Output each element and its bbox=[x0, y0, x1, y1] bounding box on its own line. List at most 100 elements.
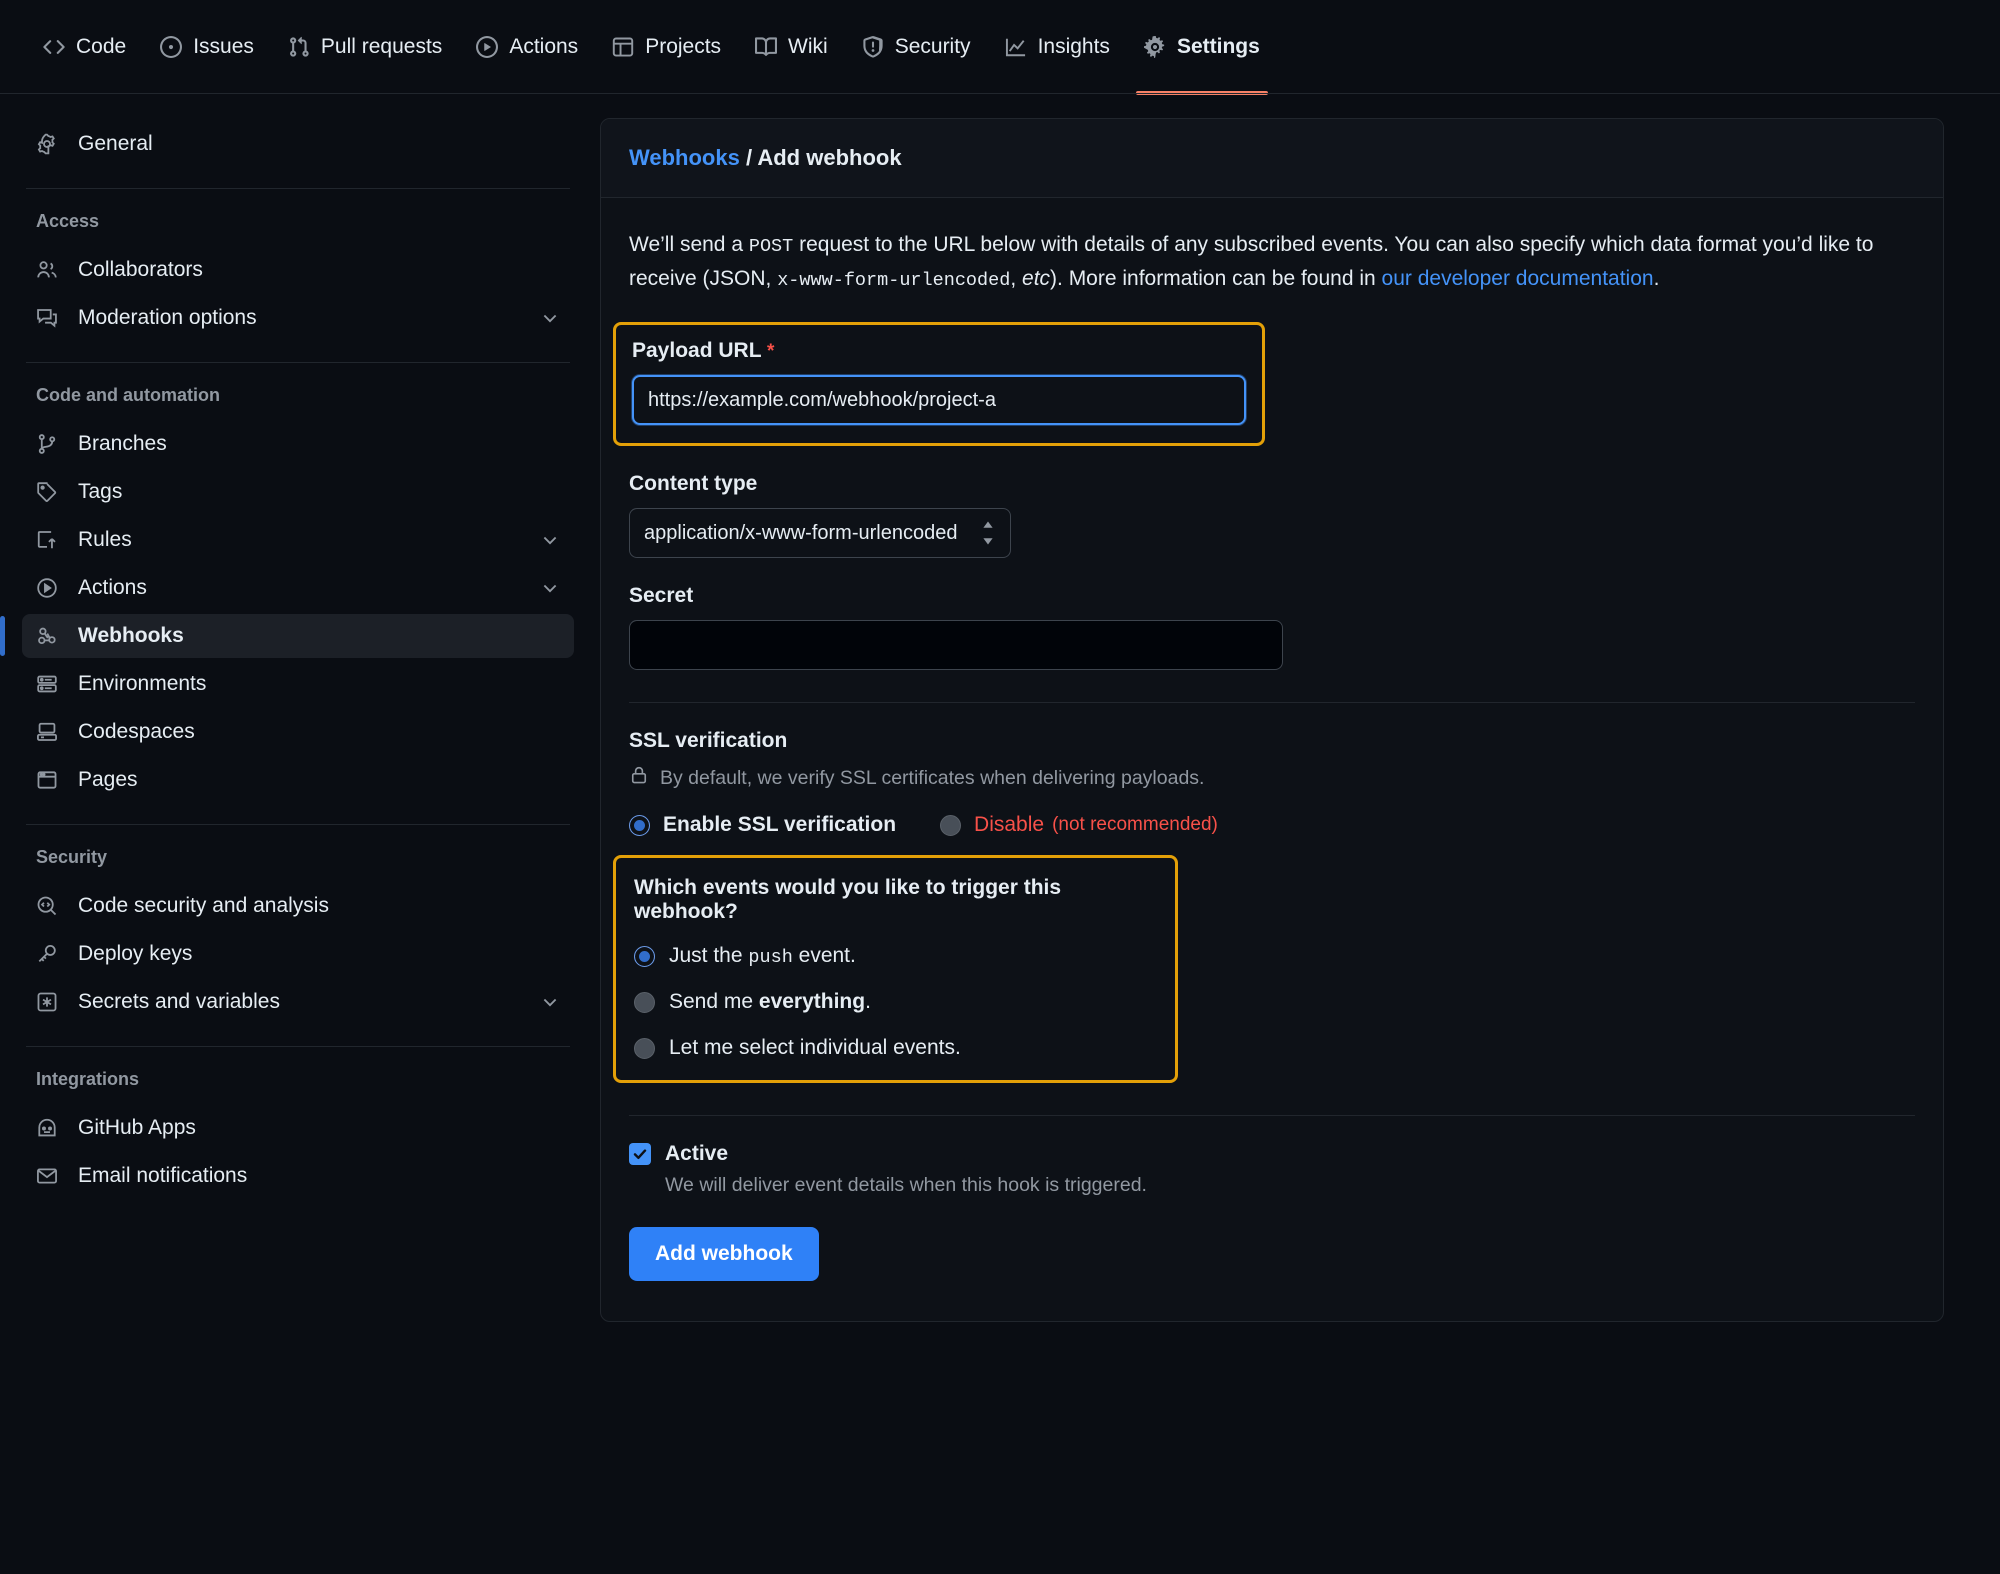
sidebar-item-rules[interactable]: Rules bbox=[22, 518, 574, 562]
play-icon bbox=[476, 36, 499, 58]
sidebar-item-general[interactable]: General bbox=[22, 122, 574, 166]
events-option-everything[interactable]: Send me everything. bbox=[634, 990, 1157, 1014]
repo-nav: Code Issues Pull requests Actions Projec… bbox=[0, 0, 2000, 95]
rules-icon bbox=[36, 529, 62, 551]
chevron-down-icon[interactable] bbox=[540, 578, 560, 598]
events-option-everything-label: Send me everything. bbox=[669, 990, 871, 1014]
content-type-select[interactable]: application/x-www-form-urlencoded bbox=[629, 508, 1011, 559]
nav-tab-code[interactable]: Code bbox=[26, 25, 143, 69]
nav-tab-projects-label: Projects bbox=[645, 35, 722, 58]
codescan-icon bbox=[36, 895, 62, 917]
sidebar-item-pages[interactable]: Pages bbox=[22, 758, 574, 802]
gear-icon bbox=[36, 133, 62, 155]
sidebar-item-email-notifications-label: Email notifications bbox=[78, 1164, 248, 1187]
radio-unselected-icon[interactable] bbox=[634, 991, 655, 1013]
developer-documentation-link[interactable]: our developer documentation bbox=[1382, 267, 1654, 290]
sidebar-item-actions-label: Actions bbox=[78, 576, 147, 599]
nav-tab-projects[interactable]: Projects bbox=[595, 25, 738, 69]
radio-selected-icon[interactable] bbox=[634, 945, 655, 967]
radio-unselected-icon[interactable] bbox=[940, 814, 962, 836]
content-type-selected-value: application/x-www-form-urlencoded bbox=[644, 521, 958, 544]
intro-text-3: , bbox=[1010, 267, 1023, 291]
nav-tab-actions-label: Actions bbox=[509, 35, 579, 58]
active-checkbox-row[interactable]: Active bbox=[629, 1142, 1915, 1166]
sidebar-item-environments-label: Environments bbox=[78, 672, 207, 695]
events-highlight-box: Which events would you like to trigger t… bbox=[613, 855, 1178, 1084]
content-type-section: Content type application/x-www-form-urle… bbox=[629, 472, 1915, 559]
radio-selected-icon[interactable] bbox=[629, 814, 650, 836]
add-webhook-button[interactable]: Add webhook bbox=[629, 1227, 819, 1282]
ssl-verification-label: SSL verification bbox=[629, 729, 788, 753]
events-push-code: push bbox=[748, 947, 793, 969]
sidebar-item-collaborators[interactable]: Collaborators bbox=[22, 248, 574, 292]
breadcrumb-link-webhooks[interactable]: Webhooks bbox=[629, 145, 740, 170]
sidebar-item-secrets-and-variables[interactable]: Secrets and variables bbox=[22, 980, 574, 1024]
sidebar-item-environments[interactable]: Environments bbox=[22, 662, 574, 706]
settings-sidebar: General Access Collaborators Moderation … bbox=[0, 94, 600, 1202]
secret-input[interactable] bbox=[629, 620, 1283, 671]
intro-text-1: We’ll send a bbox=[629, 233, 749, 256]
chevron-updown-icon bbox=[980, 520, 996, 546]
payload-url-highlight-box: Payload URL * bbox=[613, 322, 1265, 447]
sidebar-item-rules-label: Rules bbox=[78, 528, 132, 551]
sidebar-item-code-security-and-analysis-label: Code security and analysis bbox=[78, 894, 329, 917]
gear-icon bbox=[1143, 36, 1166, 58]
nav-tab-issues[interactable]: Issues bbox=[143, 25, 271, 69]
git-branch-icon bbox=[36, 433, 62, 455]
codespaces-icon bbox=[36, 721, 62, 743]
sidebar-item-webhooks-label: Webhooks bbox=[78, 624, 184, 647]
nav-tab-actions[interactable]: Actions bbox=[459, 25, 595, 69]
checkbox-checked-icon[interactable] bbox=[629, 1143, 651, 1166]
ssl-enable-option[interactable]: Enable SSL verification bbox=[629, 813, 896, 837]
sidebar-item-branches[interactable]: Branches bbox=[22, 422, 574, 466]
sidebar-item-deploy-keys[interactable]: Deploy keys bbox=[22, 932, 574, 976]
issue-opened-icon bbox=[160, 36, 183, 58]
events-push-pre: Just the bbox=[669, 944, 749, 968]
sidebar-group-code-and-automation: Code and automation Branches Tags Rules bbox=[0, 385, 574, 802]
chevron-down-icon[interactable] bbox=[540, 992, 560, 1012]
nav-tab-settings[interactable]: Settings bbox=[1127, 25, 1277, 95]
sidebar-item-branches-label: Branches bbox=[78, 432, 167, 455]
payload-url-input[interactable] bbox=[632, 375, 1246, 426]
events-question: Which events would you like to trigger t… bbox=[634, 876, 1062, 924]
ssl-disable-suffix: (not recommended) bbox=[1052, 814, 1218, 836]
events-option-push[interactable]: Just the push event. bbox=[634, 944, 1157, 968]
events-everything-pre: Send me bbox=[669, 990, 759, 1014]
intro-code-post: POST bbox=[748, 236, 794, 257]
sidebar-item-email-notifications[interactable]: Email notifications bbox=[22, 1154, 574, 1198]
tag-icon bbox=[36, 481, 62, 503]
sidebar-item-codespaces-label: Codespaces bbox=[78, 720, 195, 743]
events-option-individual[interactable]: Let me select individual events. bbox=[634, 1036, 1157, 1060]
ssl-disable-option[interactable]: Disable (not recommended) bbox=[940, 813, 1218, 837]
intro-code-urlencoded: x-www-form-urlencoded bbox=[777, 270, 1011, 292]
chevron-down-icon[interactable] bbox=[540, 530, 560, 550]
active-section: Active We will deliver event details whe… bbox=[629, 1142, 1915, 1197]
nav-tab-code-label: Code bbox=[76, 35, 127, 58]
sidebar-item-actions[interactable]: Actions bbox=[22, 566, 574, 610]
sidebar-heading-access: Access bbox=[36, 211, 100, 231]
chevron-down-icon[interactable] bbox=[540, 308, 560, 328]
git-pull-request-icon bbox=[288, 36, 310, 58]
nav-tab-wiki[interactable]: Wiki bbox=[738, 25, 845, 69]
nav-tab-insights-label: Insights bbox=[1037, 35, 1110, 58]
nav-tab-pull-requests[interactable]: Pull requests bbox=[271, 25, 459, 69]
payload-url-label: Payload URL * bbox=[632, 339, 1246, 363]
sidebar-item-tags[interactable]: Tags bbox=[22, 470, 574, 514]
intro-italic-etc: etc bbox=[1022, 267, 1051, 291]
radio-unselected-icon[interactable] bbox=[634, 1037, 655, 1059]
ssl-verification-section: SSL verification By default, we verify S… bbox=[629, 729, 1915, 837]
sidebar-item-moderation-options[interactable]: Moderation options bbox=[22, 296, 574, 340]
browser-icon bbox=[36, 769, 62, 791]
server-icon bbox=[36, 673, 62, 695]
asterisk-box-icon bbox=[36, 991, 62, 1013]
sidebar-item-code-security-and-analysis[interactable]: Code security and analysis bbox=[22, 884, 574, 928]
nav-tab-settings-label: Settings bbox=[1176, 35, 1260, 58]
nav-tab-pull-requests-label: Pull requests bbox=[320, 35, 443, 58]
ssl-disable-label: Disable bbox=[974, 813, 1045, 837]
nav-tab-security[interactable]: Security bbox=[845, 25, 988, 69]
sidebar-item-codespaces[interactable]: Codespaces bbox=[22, 710, 574, 754]
sidebar-item-webhooks[interactable]: Webhooks bbox=[0, 614, 574, 658]
sidebar-item-github-apps[interactable]: GitHub Apps bbox=[22, 1106, 574, 1150]
nav-tab-insights[interactable]: Insights bbox=[988, 25, 1127, 69]
sidebar-heading-code-and-automation: Code and automation bbox=[36, 385, 220, 405]
